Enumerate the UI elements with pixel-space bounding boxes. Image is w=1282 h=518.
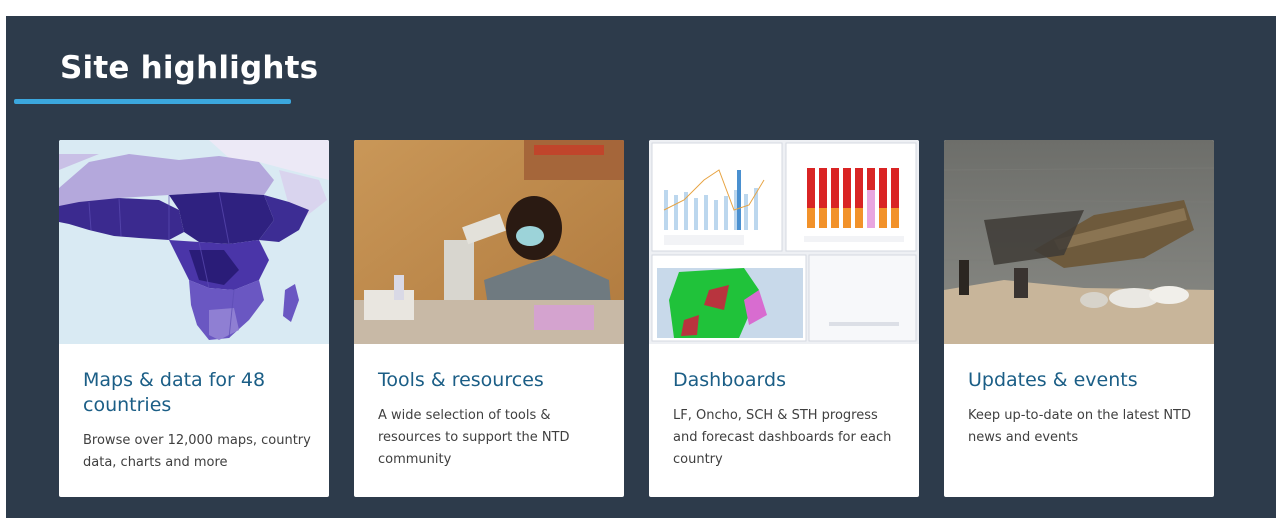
card-title[interactable]: Maps & data for 48 countries — [83, 368, 313, 418]
section-heading: Site highlights — [60, 50, 319, 86]
card-description: Browse over 12,000 maps, country data, c… — [83, 433, 311, 470]
card-maps-data[interactable]: Maps & data for 48 countries Browse over… — [59, 140, 329, 497]
card-description: LF, Oncho, SCH & STH progress and foreca… — [673, 408, 892, 467]
card-updates-events[interactable]: Updates & events Keep up-to-date on the … — [944, 140, 1214, 497]
dashboard-screenshot — [649, 140, 919, 344]
africa-map-image — [59, 140, 329, 344]
card-description: Keep up-to-date on the latest NTD news a… — [968, 408, 1192, 445]
card-title[interactable]: Dashboards — [673, 368, 903, 393]
card-tools-resources[interactable]: Tools & resources A wide selection of to… — [354, 140, 624, 497]
lab-microscope-photo — [354, 140, 624, 344]
heading-underline — [14, 99, 291, 104]
card-dashboards[interactable]: Dashboards LF, Oncho, SCH & STH progress… — [649, 140, 919, 497]
site-highlights-section: Site highlights Maps & data for 48 count… — [6, 16, 1276, 518]
card-title[interactable]: Updates & events — [968, 368, 1198, 393]
boat-lakeshore-photo — [944, 140, 1214, 344]
card-title[interactable]: Tools & resources — [378, 368, 608, 393]
card-description: A wide selection of tools & resources to… — [378, 408, 570, 467]
